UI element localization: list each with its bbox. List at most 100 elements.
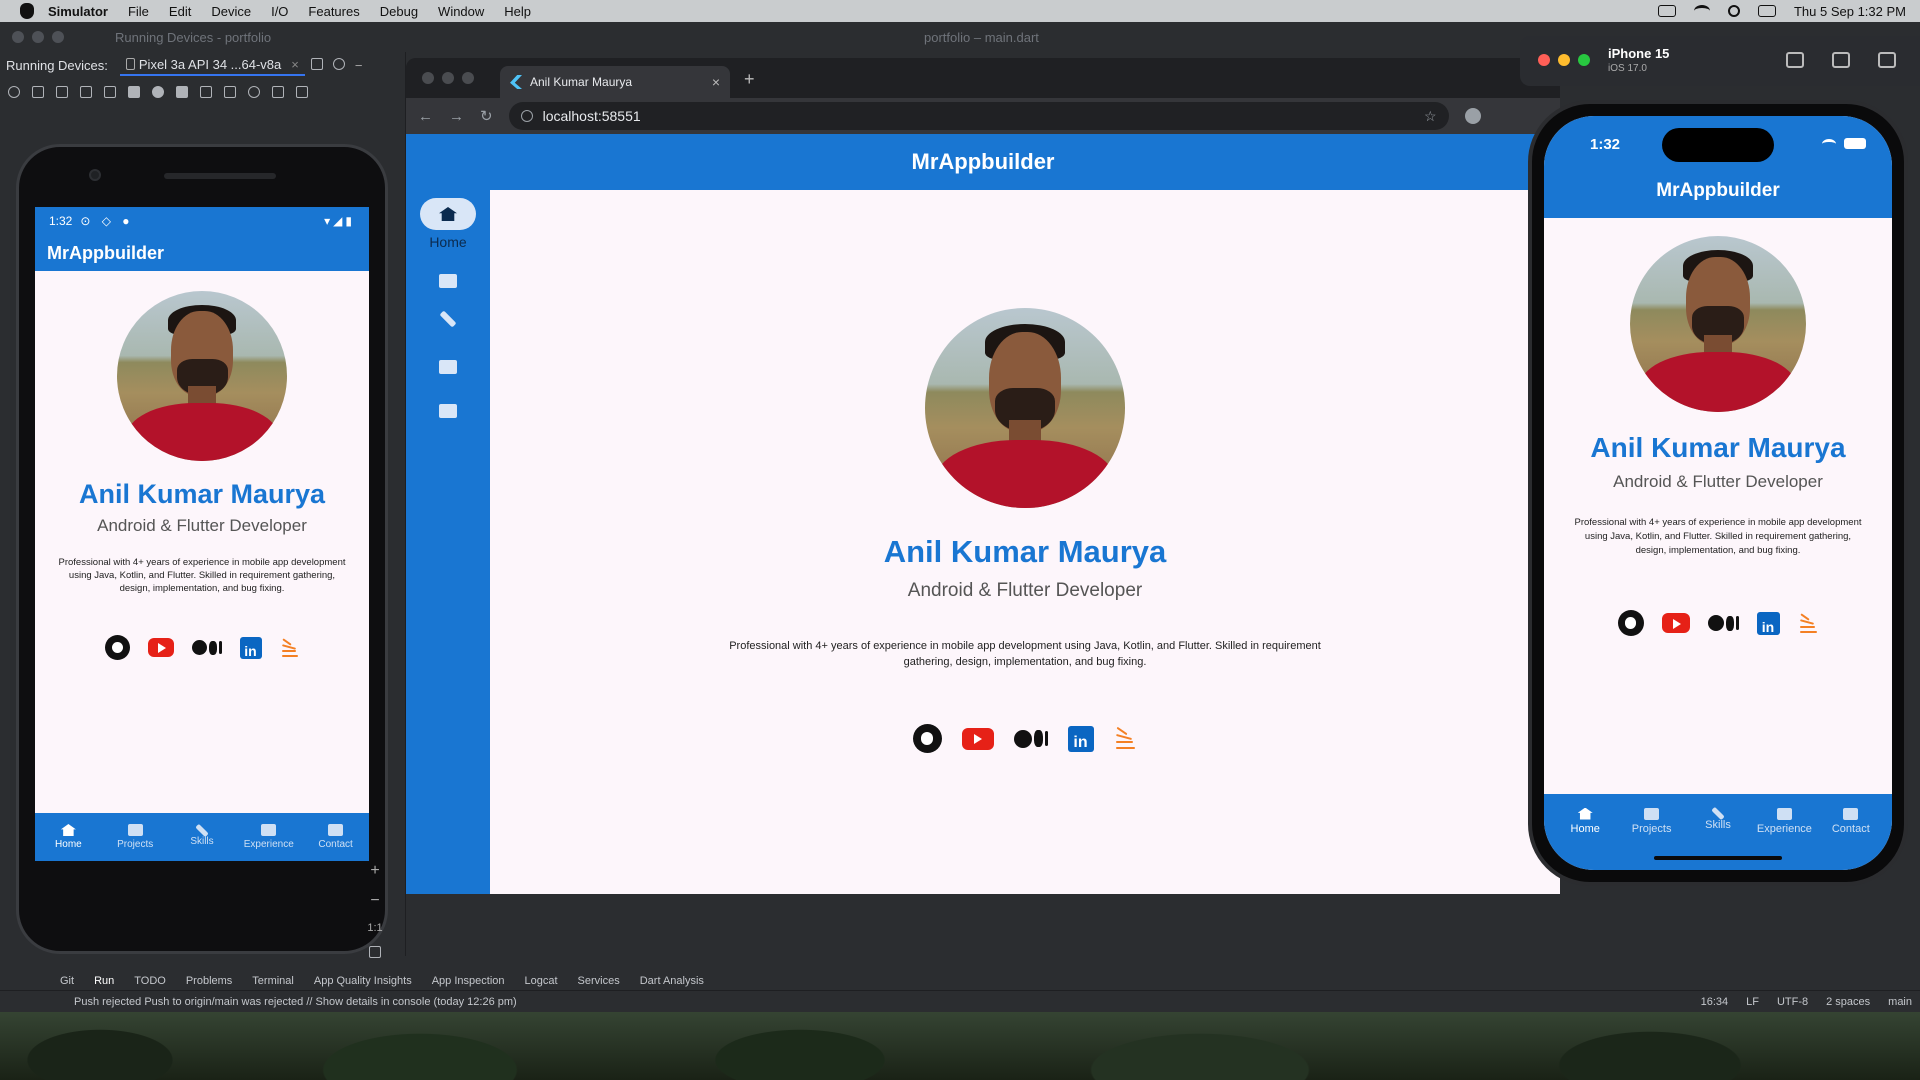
nav-contact[interactable]: Contact xyxy=(1818,794,1884,848)
tool-git[interactable]: Git xyxy=(60,975,74,987)
menu-features[interactable]: Features xyxy=(308,4,359,19)
more-options-icon[interactable] xyxy=(296,86,308,98)
tool-logcat[interactable]: Logcat xyxy=(525,975,558,987)
home-icon[interactable] xyxy=(152,86,164,98)
rail-home[interactable]: Home xyxy=(420,198,476,250)
github-icon[interactable] xyxy=(104,635,130,660)
close-tab-icon[interactable]: × xyxy=(712,74,720,90)
minimize-button[interactable] xyxy=(1558,54,1570,66)
screenshot-icon[interactable] xyxy=(200,86,212,98)
stackoverflow-icon[interactable] xyxy=(1114,726,1138,752)
nav-contact[interactable]: Contact xyxy=(302,813,369,861)
url-text[interactable]: localhost:58551 xyxy=(543,108,641,124)
medium-icon[interactable] xyxy=(1013,729,1048,748)
linkedin-icon[interactable]: in xyxy=(1067,725,1094,752)
gear-icon[interactable] xyxy=(332,57,345,70)
nav-skills[interactable]: Skills xyxy=(169,813,236,861)
medium-icon[interactable] xyxy=(191,640,222,655)
rotate-left-icon[interactable] xyxy=(80,86,92,98)
minimize-button[interactable] xyxy=(32,31,44,43)
zoom-in-button[interactable]: + xyxy=(370,862,379,880)
nav-experience[interactable]: Experience xyxy=(1751,794,1817,848)
volume-up-icon[interactable] xyxy=(32,86,44,98)
medium-icon[interactable] xyxy=(1707,615,1739,631)
file-encoding[interactable]: UTF-8 xyxy=(1777,996,1808,1008)
tool-run[interactable]: Run xyxy=(94,975,114,987)
fit-screen-icon[interactable] xyxy=(369,946,381,958)
nav-experience[interactable]: Experience xyxy=(235,813,302,861)
youtube-icon[interactable] xyxy=(961,727,994,750)
apple-icon[interactable] xyxy=(20,3,34,19)
hide-panel-icon[interactable]: − xyxy=(355,58,363,73)
browser-tab[interactable]: Anil Kumar Maurya × xyxy=(500,66,730,98)
tool-terminal[interactable]: Terminal xyxy=(252,975,294,987)
close-button[interactable] xyxy=(1538,54,1550,66)
nav-home[interactable]: Home xyxy=(35,813,102,861)
status-message[interactable]: Push rejected Push to origin/main was re… xyxy=(74,996,517,1008)
zoom-out-button[interactable]: − xyxy=(370,892,379,910)
spotlight-search-icon[interactable] xyxy=(1727,5,1740,17)
menu-app-name[interactable]: Simulator xyxy=(48,4,108,19)
youtube-icon[interactable] xyxy=(1661,613,1690,633)
screen-record-icon[interactable] xyxy=(224,86,236,98)
rail-contact[interactable] xyxy=(420,404,476,418)
menu-device[interactable]: Device xyxy=(211,4,251,19)
forward-icon[interactable]: → xyxy=(449,108,464,125)
tool-todo[interactable]: TODO xyxy=(134,975,166,987)
menu-help[interactable]: Help xyxy=(504,4,531,19)
tool-app-inspection[interactable]: App Inspection xyxy=(432,975,505,987)
close-button[interactable] xyxy=(422,72,434,84)
site-info-icon[interactable] xyxy=(520,110,533,122)
nav-home[interactable]: Home xyxy=(1552,794,1618,848)
home-button-icon[interactable] xyxy=(1786,52,1804,68)
power-icon[interactable] xyxy=(8,86,20,98)
nav-projects[interactable]: Projects xyxy=(102,813,169,861)
rail-experience[interactable] xyxy=(420,360,476,374)
tool-services[interactable]: Services xyxy=(578,975,620,987)
rail-skills[interactable] xyxy=(420,310,476,328)
zoom-button[interactable] xyxy=(52,31,64,43)
close-tab-icon[interactable]: × xyxy=(291,57,299,72)
tool-dart-analysis[interactable]: Dart Analysis xyxy=(640,975,704,987)
snapshot-icon[interactable] xyxy=(248,86,260,98)
linkedin-icon[interactable]: in xyxy=(239,636,262,659)
battery-icon[interactable] xyxy=(1657,5,1676,17)
caret-position[interactable]: 16:34 xyxy=(1701,996,1729,1008)
linkedin-icon[interactable]: in xyxy=(1756,611,1780,635)
rotate-right-icon[interactable] xyxy=(104,86,116,98)
zoom-actual-size-button[interactable]: 1:1 xyxy=(367,922,382,934)
git-branch[interactable]: main xyxy=(1888,996,1912,1008)
stackoverflow-icon[interactable] xyxy=(280,637,300,659)
nav-projects[interactable]: Projects xyxy=(1618,794,1684,848)
minimize-button[interactable] xyxy=(442,72,454,84)
address-bar[interactable]: localhost:58551 ☆ xyxy=(508,102,1449,130)
menu-window[interactable]: Window xyxy=(438,4,484,19)
zoom-button[interactable] xyxy=(1578,54,1590,66)
stackoverflow-icon[interactable] xyxy=(1798,612,1819,635)
indent-setting[interactable]: 2 spaces xyxy=(1826,996,1870,1008)
tool-problems[interactable]: Problems xyxy=(186,975,232,987)
menu-debug[interactable]: Debug xyxy=(380,4,418,19)
github-icon[interactable] xyxy=(912,724,942,753)
back-icon[interactable]: ← xyxy=(418,108,433,125)
control-center-icon[interactable] xyxy=(1757,5,1776,17)
reload-icon[interactable]: ↻ xyxy=(480,107,493,125)
wifi-icon[interactable] xyxy=(1693,5,1710,17)
home-indicator[interactable] xyxy=(1654,856,1782,860)
youtube-icon[interactable] xyxy=(147,638,174,657)
menu-io[interactable]: I/O xyxy=(271,4,288,19)
overview-icon[interactable] xyxy=(176,86,188,98)
close-button[interactable] xyxy=(12,31,24,43)
profile-avatar-icon[interactable] xyxy=(1464,108,1481,124)
back-icon[interactable] xyxy=(128,86,140,98)
layout-icon[interactable] xyxy=(310,57,323,70)
menubar-datetime[interactable]: Thu 5 Sep 1:32 PM xyxy=(1794,4,1906,19)
iphone-screen[interactable]: 1:32 MrAppbuilder Anil Kumar Maurya Andr… xyxy=(1544,116,1892,870)
rotate-icon[interactable] xyxy=(1878,52,1896,68)
extended-controls-icon[interactable] xyxy=(272,86,284,98)
new-tab-button[interactable]: + xyxy=(744,69,755,90)
menu-file[interactable]: File xyxy=(128,4,149,19)
device-tab-pixel[interactable]: Pixel 3a API 34 ...64-v8a × xyxy=(119,55,305,76)
screenshot-icon[interactable] xyxy=(1832,52,1850,68)
volume-down-icon[interactable] xyxy=(56,86,68,98)
